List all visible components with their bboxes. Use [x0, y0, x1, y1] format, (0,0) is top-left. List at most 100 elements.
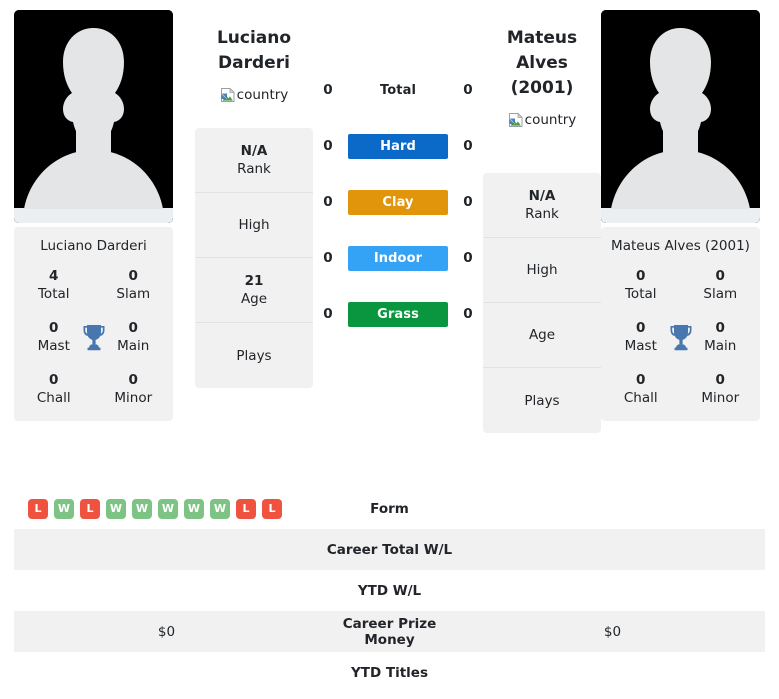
stat-value: 4: [49, 268, 59, 284]
form-badge-w[interactable]: W: [54, 498, 74, 519]
info-label: Plays: [236, 347, 272, 364]
left-form-list: LWLWWWWWLL: [14, 498, 319, 519]
form-badge-w[interactable]: W: [184, 498, 204, 519]
stat-value: 0: [636, 268, 646, 284]
left-player-flag-alt: country: [236, 86, 289, 103]
info-value: N/A: [240, 143, 268, 159]
right-player-photo[interactable]: [601, 10, 760, 223]
form-badge-l[interactable]: L: [80, 498, 100, 519]
info-cell-rank: N/A Rank: [483, 173, 601, 238]
stat-label: Slam: [116, 286, 151, 302]
surface-row-clay: 0 Clay 0: [313, 174, 483, 230]
stat-label: Slam: [703, 286, 738, 302]
form-badge-l[interactable]: L: [28, 498, 48, 519]
info-label: Age: [528, 327, 556, 343]
left-player-titles-card: Luciano Darderi 4 Total 0 Slam 0 Mast 0 …: [14, 227, 173, 421]
table-row-form: LWLWWWWWLL Form: [14, 488, 765, 529]
stat-value: 0: [715, 268, 725, 284]
right-player-name-line2: (2001): [510, 78, 574, 98]
stat-label: Minor: [114, 390, 153, 406]
right-player-titles-card: Mateus Alves (2001) 0 Total 0 Slam 0 Mas…: [601, 227, 760, 421]
table-row-ytd-titles: YTD Titles: [14, 652, 765, 693]
info-label: Plays: [524, 392, 560, 409]
right-surface-value: 0: [463, 250, 473, 266]
trophy-icon: [81, 323, 107, 351]
form-badge-l[interactable]: L: [236, 498, 256, 519]
info-cell-age: 21 Age: [195, 258, 313, 323]
info-cell-plays: Plays: [483, 368, 601, 433]
right-player-name-line1: Mateus Alves: [506, 28, 578, 73]
stat-cell: 0 Minor: [94, 371, 174, 407]
row-label-ytd-wl: YTD W/L: [357, 582, 422, 599]
left-career-prize-money: $0: [157, 623, 176, 640]
row-label-career-total-wl: Career Total W/L: [326, 541, 453, 558]
info-cell-plays: Plays: [195, 323, 313, 388]
right-surface-value: 0: [463, 306, 473, 322]
left-surface-value: 0: [323, 82, 333, 98]
stat-label: Total: [624, 286, 657, 302]
stat-label: Chall: [623, 390, 658, 406]
left-player-name-column: Luciano Darderi country N/A Rank High 21…: [195, 0, 313, 388]
form-badge-w[interactable]: W: [132, 498, 152, 519]
table-row-ytd-wl: YTD W/L: [14, 570, 765, 611]
stat-cell: 0 Chall: [14, 371, 94, 407]
left-surface-value: 0: [323, 138, 333, 154]
right-player-flag: country: [483, 110, 601, 129]
stat-value: 0: [636, 372, 646, 388]
surface-label-indoor: Indoor: [348, 245, 448, 271]
right-player-name-column: Mateus Alves (2001) country N/A Rank Hig…: [483, 0, 601, 433]
broken-image-icon: [508, 112, 524, 128]
form-badge-l[interactable]: L: [262, 498, 282, 519]
player-comparison-page: Luciano Darderi 4 Total 0 Slam 0 Mast 0 …: [0, 0, 779, 699]
form-badge-w[interactable]: W: [210, 498, 230, 519]
stat-label: Chall: [36, 390, 71, 406]
comparison-header: Luciano Darderi 4 Total 0 Slam 0 Mast 0 …: [0, 0, 779, 480]
stat-cell: 0 Total: [601, 267, 681, 303]
right-player-info-card: N/A Rank High Age Plays: [483, 173, 601, 433]
left-player-name-line1: Luciano: [216, 28, 292, 48]
left-surface-value: 0: [323, 250, 333, 266]
right-career-prize-money: $0: [603, 623, 622, 640]
right-titles-grid: 0 Total 0 Slam 0 Mast 0 Main 0 Chall 0 M…: [601, 267, 760, 407]
surface-label-total: Total: [379, 82, 416, 98]
stat-cell: 0 Slam: [681, 267, 761, 303]
right-surface-value: 0: [463, 82, 473, 98]
info-cell-high: High: [195, 193, 313, 258]
stat-cell: 4 Total: [14, 267, 94, 303]
left-player-info-card: N/A Rank High 21 Age Plays: [195, 128, 313, 388]
left-player-card-name: Luciano Darderi: [40, 238, 147, 254]
stat-value: 0: [49, 372, 59, 388]
comparison-stats-table: LWLWWWWWLL Form Career Total W/L YTD W/L…: [14, 488, 765, 693]
stat-cell: 0 Minor: [681, 371, 761, 407]
form-badge-w[interactable]: W: [158, 498, 178, 519]
info-value: N/A: [528, 188, 556, 204]
surface-row-indoor: 0 Indoor 0: [313, 230, 483, 286]
info-label: High: [526, 262, 558, 278]
info-cell-rank: N/A Rank: [195, 128, 313, 193]
left-player-name-line2: Darderi: [218, 53, 290, 73]
stat-label: Minor: [701, 390, 740, 406]
stat-value: 0: [128, 372, 138, 388]
left-titles-grid: 4 Total 0 Slam 0 Mast 0 Main 0 Chall 0 M…: [14, 267, 173, 407]
table-row-career-total-wl: Career Total W/L: [14, 529, 765, 570]
right-player-flag-alt: country: [524, 111, 577, 128]
info-cell-high: High: [483, 238, 601, 303]
stat-cell: 0 Slam: [94, 267, 174, 303]
stat-label: Total: [37, 286, 70, 302]
left-player-photo[interactable]: [14, 10, 173, 223]
info-label: High: [238, 217, 270, 233]
left-player-flag: country: [195, 85, 313, 104]
right-player-name: Mateus Alves (2001): [483, 26, 601, 101]
surface-breakdown: 0 Total 0 0 Hard 0 0 Clay 0 0 Indoor 0 0: [313, 0, 483, 342]
info-label: Age: [240, 291, 268, 307]
stat-value: 0: [128, 268, 138, 284]
info-cell-age: Age: [483, 303, 601, 368]
row-label-form: Form: [370, 500, 409, 517]
surface-row-hard: 0 Hard 0: [313, 118, 483, 174]
info-label: Rank: [237, 161, 271, 177]
row-label-ytd-titles: YTD Titles: [351, 664, 428, 681]
form-badge-w[interactable]: W: [106, 498, 126, 519]
info-label: Rank: [525, 206, 559, 222]
right-player-column: Mateus Alves (2001) 0 Total 0 Slam 0 Mas…: [601, 0, 766, 421]
trophy-icon: [668, 323, 694, 351]
